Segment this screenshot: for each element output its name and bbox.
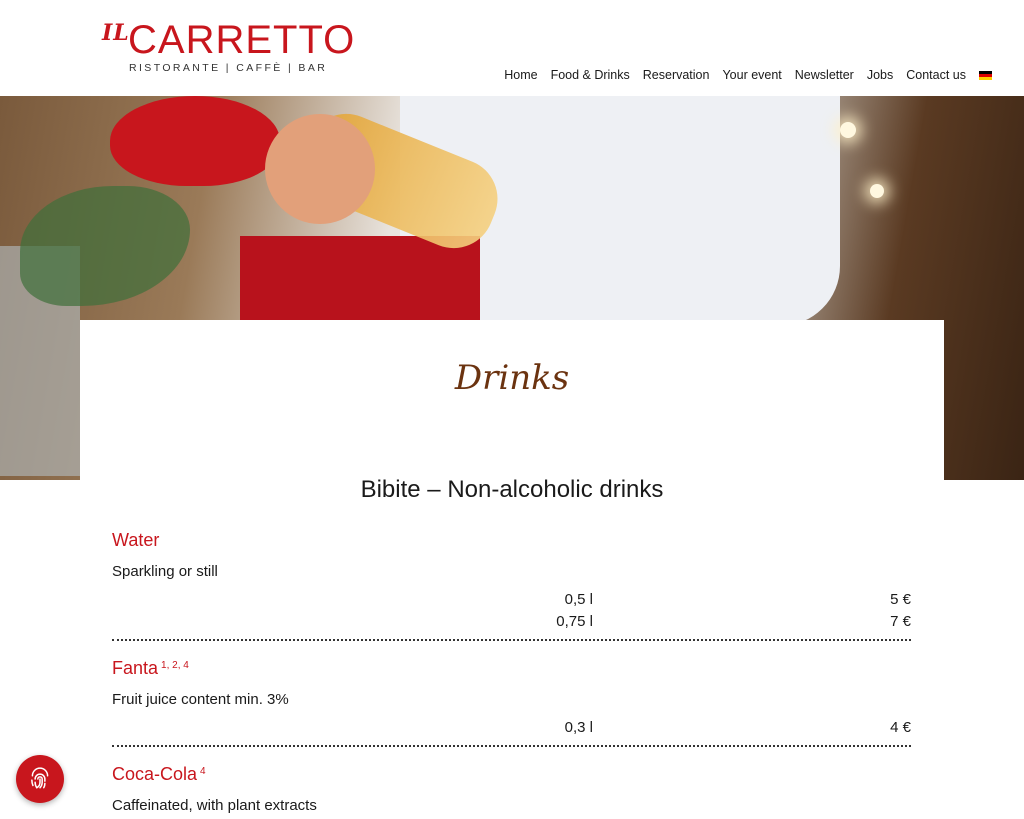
allergen-codes: 4: [200, 766, 206, 777]
nav-jobs[interactable]: Jobs: [867, 68, 893, 82]
price-size: 0,3 l: [564, 719, 593, 736]
site-logo[interactable]: IL CARRETTO RISTORANTE | CAFFÈ | BAR: [100, 18, 354, 78]
menu-item-description: Fruit juice content min. 3%: [112, 691, 289, 708]
logo-tagline: RISTORANTE | CAFFÈ | BAR: [129, 62, 328, 74]
nav-contact-us[interactable]: Contact us: [906, 68, 966, 82]
logo-name: CARRETTO: [128, 18, 356, 62]
nav-your-event[interactable]: Your event: [722, 68, 781, 82]
menu-item-name: Coca-Cola 4: [112, 764, 206, 784]
main-navigation: Home Food & Drinks Reservation Your even…: [491, 68, 992, 82]
price-row: 0,5 l 5 €: [112, 591, 911, 613]
menu-item-name: Water: [112, 530, 160, 550]
allergen-codes: 1, 2, 4: [161, 660, 189, 671]
menu-card: Drinks Bibite – Non-alcoholic drinks Wat…: [80, 320, 944, 819]
page-title: Drinks: [454, 358, 570, 398]
cookie-settings-button[interactable]: [16, 755, 64, 803]
menu-item-water: Water Sparkling or still 0,5 l 5 € 0,75 …: [112, 529, 911, 641]
price-value: 4 €: [890, 719, 911, 736]
menu-item-description: Caffeinated, with plant extracts: [112, 797, 317, 814]
site-header: IL CARRETTO RISTORANTE | CAFFÈ | BAR Hom…: [0, 0, 1024, 96]
price-row: 0,3 l 4 €: [112, 719, 911, 741]
price-row: 0,75 l 7 €: [112, 613, 911, 635]
logo-prefix: IL: [102, 20, 130, 46]
menu-item-name: Fanta 1, 2, 4: [112, 658, 189, 678]
nav-reservation[interactable]: Reservation: [643, 68, 710, 82]
price-size: 0,75 l: [556, 613, 593, 630]
nav-food-drinks[interactable]: Food & Drinks: [551, 68, 630, 82]
fingerprint-icon: [31, 767, 49, 789]
price-size: 0,5 l: [564, 591, 593, 608]
nav-newsletter[interactable]: Newsletter: [795, 68, 854, 82]
price-value: 5 €: [890, 591, 911, 608]
german-flag-icon[interactable]: [979, 70, 992, 80]
menu-item-fanta: Fanta 1, 2, 4 Fruit juice content min. 3%…: [112, 657, 911, 747]
nav-home[interactable]: Home: [504, 68, 537, 82]
menu-item-coca-cola: Coca-Cola 4 Caffeinated, with plant extra…: [112, 763, 911, 815]
price-value: 7 €: [890, 613, 911, 630]
dotted-divider: [112, 745, 911, 747]
rose-decoration: [110, 96, 280, 186]
menu-item-description: Sparkling or still: [112, 563, 218, 580]
section-title: Bibite – Non-alcoholic drinks: [360, 476, 664, 503]
dotted-divider: [112, 639, 911, 641]
